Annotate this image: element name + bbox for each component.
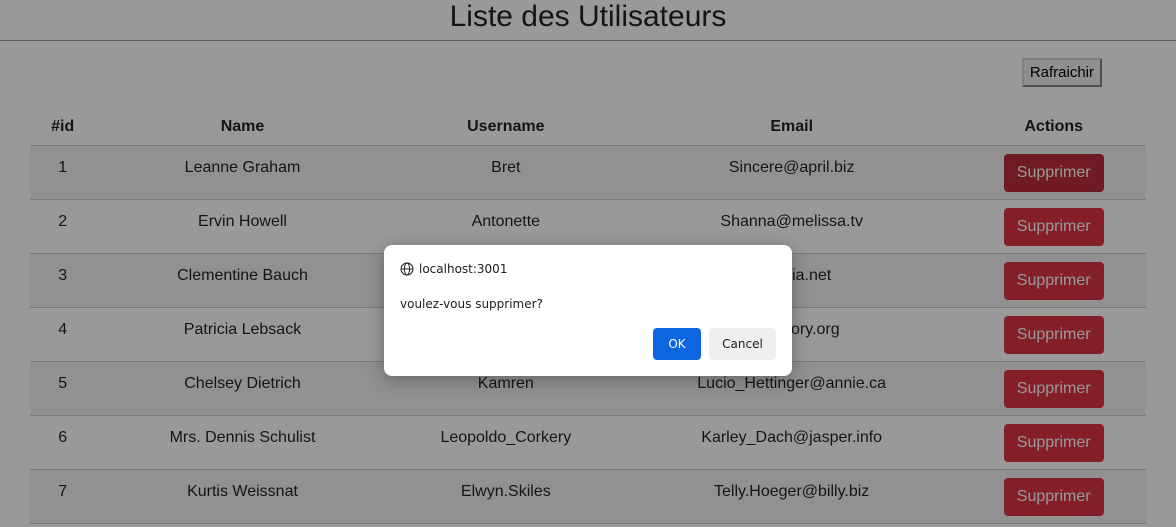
- confirm-dialog: localhost:3001 voulez-vous supprimer? OK…: [384, 245, 792, 376]
- app-page: Liste des Utilisateurs Rafraichir #id Na…: [0, 0, 1176, 527]
- dialog-origin: localhost:3001: [400, 262, 507, 276]
- ok-button[interactable]: OK: [653, 328, 701, 360]
- dialog-message: voulez-vous supprimer?: [400, 297, 543, 311]
- cancel-button[interactable]: Cancel: [709, 328, 776, 360]
- globe-icon: [400, 262, 414, 276]
- dialog-origin-text: localhost:3001: [419, 262, 508, 276]
